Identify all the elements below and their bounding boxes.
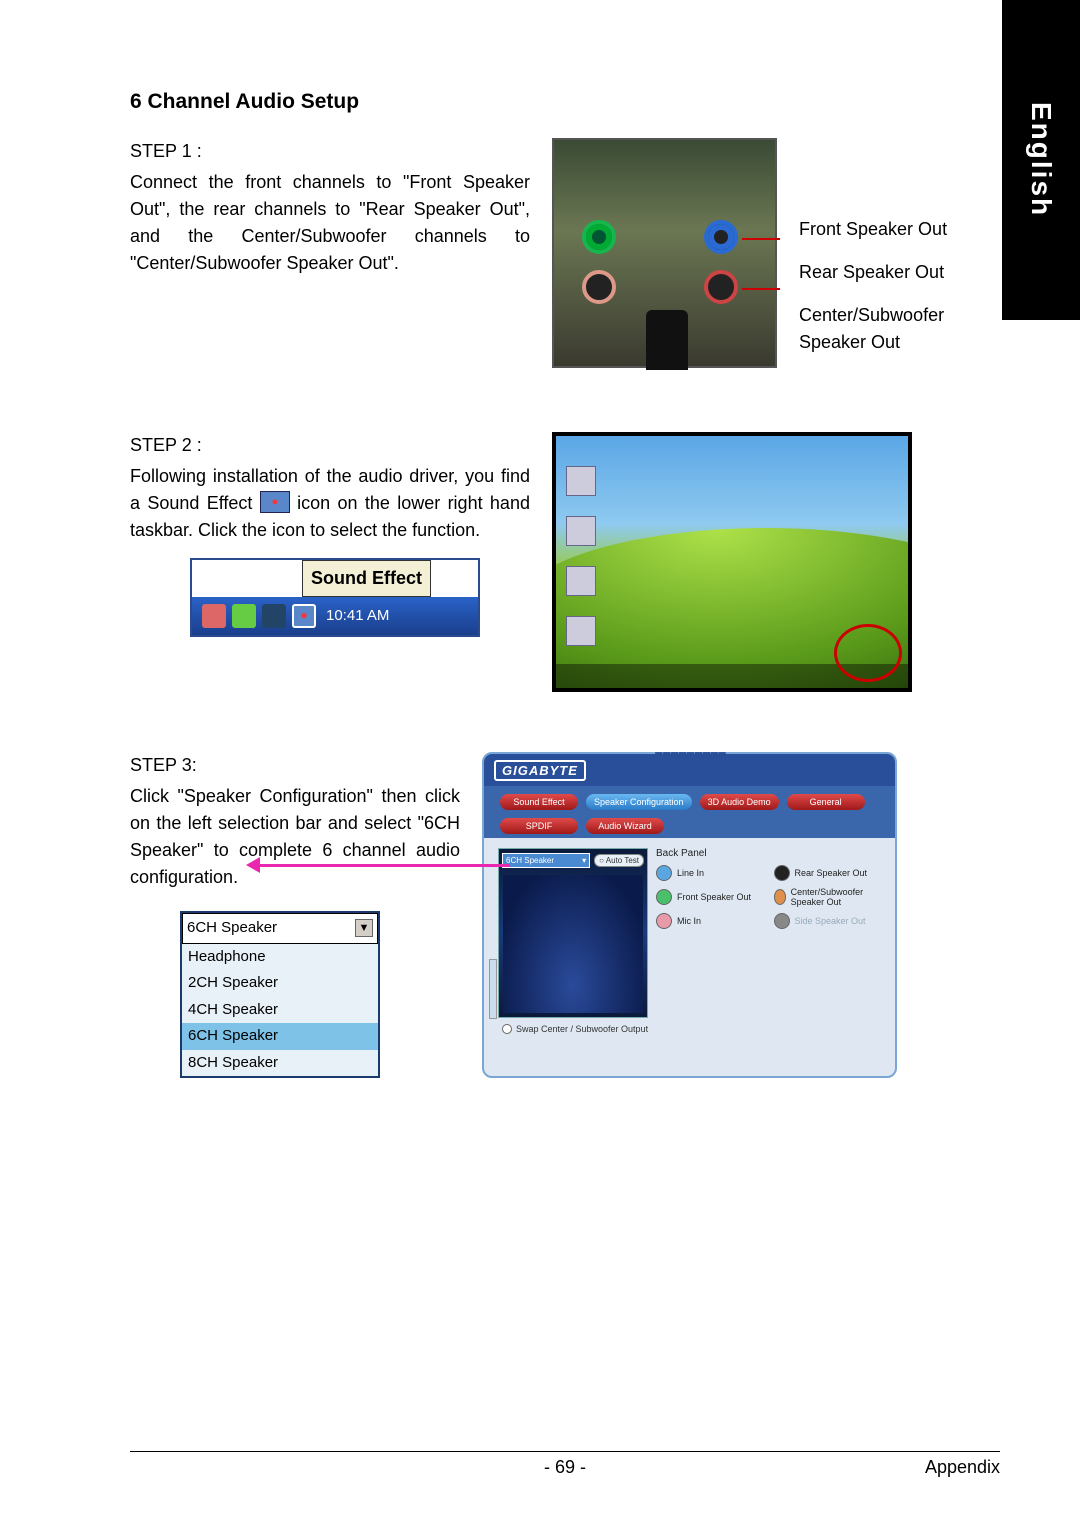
label-rear-speaker-out: Rear Speaker Out [799, 259, 1002, 286]
gigabyte-config-window: ▮▮▮▮▮▮▮▮▮ GIGABYTE Sound Effect Speaker … [482, 752, 897, 1078]
tab-bar: Sound Effect Speaker Configuration 3D Au… [484, 786, 895, 838]
step3-body: Click "Speaker Configuration" then click… [130, 783, 460, 891]
desktop-icon [566, 516, 596, 546]
desktop-icon [566, 566, 596, 596]
taskbar-screenshot: Sound Effect 10:41 AM [190, 558, 480, 637]
tab-3d-audio-demo[interactable]: 3D Audio Demo [700, 794, 779, 810]
tab-audio-wizard[interactable]: Audio Wizard [586, 818, 664, 834]
dropdown-option[interactable]: 8CH Speaker [182, 1050, 378, 1077]
jack-front-green [582, 220, 616, 254]
sound-effect-icon [260, 491, 290, 513]
auto-test-button[interactable]: ○ Auto Test [594, 854, 644, 867]
leader-line [742, 238, 780, 240]
chevron-down-icon: ▾ [582, 856, 586, 865]
audio-cable [646, 310, 688, 370]
leader-line [742, 288, 780, 290]
section-name: Appendix [925, 1457, 1000, 1478]
callout-arrow-head-icon [246, 857, 260, 873]
radio-icon [502, 1024, 512, 1034]
step3-label: STEP 3: [130, 752, 460, 779]
jack-icon [656, 865, 672, 881]
jack-center-red [704, 270, 738, 304]
swap-center-sub-option[interactable]: Swap Center / Subwoofer Output [484, 1022, 895, 1036]
room-preview-panel: 6CH Speaker ▾ ○ Auto Test [498, 848, 648, 1018]
tray-icon [232, 604, 256, 628]
tab-spdif[interactable]: SPDIF [500, 818, 578, 834]
tray-sound-effect-icon[interactable] [292, 604, 316, 628]
jack-icon [774, 889, 786, 905]
dropdown-option[interactable]: 4CH Speaker [182, 997, 378, 1024]
footer-rule [130, 1451, 1000, 1452]
tray-icon [262, 604, 286, 628]
window-titlebar: ▮▮▮▮▮▮▮▮▮ GIGABYTE [484, 754, 895, 786]
tooltip-sound-effect: Sound Effect [302, 560, 431, 597]
channel-dropdown[interactable]: 6CH Speaker ▾ [502, 853, 590, 868]
desktop-screenshot [552, 432, 912, 692]
tab-speaker-configuration[interactable]: Speaker Configuration [586, 794, 692, 810]
jack-icon [656, 889, 672, 905]
dropdown-option-selected[interactable]: 6CH Speaker [182, 1023, 378, 1050]
dropdown-selected[interactable]: 6CH Speaker ▼ [182, 913, 378, 944]
step2-body: Following installation of the audio driv… [130, 463, 530, 544]
dropdown-option[interactable]: Headphone [182, 944, 378, 971]
desktop-icon [566, 466, 596, 496]
jack-icon [774, 913, 790, 929]
chevron-down-icon[interactable]: ▼ [355, 919, 373, 937]
tab-general[interactable]: General [787, 794, 865, 810]
room-illustration [503, 875, 643, 1013]
callout-circle [834, 624, 902, 682]
label-center-sub-out: Center/Subwoofer Speaker Out [799, 302, 1002, 356]
channel-dropdown-text: 6CH Speaker [506, 856, 554, 865]
port-mic-in[interactable]: Mic In [656, 913, 764, 929]
port-front-out[interactable]: Front Speaker Out [656, 887, 764, 907]
dropdown-screenshot: 6CH Speaker ▼ Headphone 2CH Speaker 4CH … [180, 911, 380, 1078]
tab-sound-effect[interactable]: Sound Effect [500, 794, 578, 810]
page-number: - 69 - [544, 1457, 586, 1478]
rear-panel-photo [552, 138, 777, 368]
step2-label: STEP 2 : [130, 432, 530, 459]
step1-body: Connect the front channels to "Front Spe… [130, 169, 530, 277]
port-side-out[interactable]: Side Speaker Out [774, 913, 882, 929]
callout-arrow-line [250, 864, 510, 867]
step1-label: STEP 1 : [130, 138, 530, 165]
dropdown-list: Headphone 2CH Speaker 4CH Speaker 6CH Sp… [182, 944, 378, 1077]
dropdown-option[interactable]: 2CH Speaker [182, 970, 378, 997]
port-center-sub-out[interactable]: Center/Subwoofer Speaker Out [774, 887, 882, 907]
jack-blue [704, 220, 738, 254]
page-title: 6 Channel Audio Setup [130, 90, 1002, 114]
jack-icon [656, 913, 672, 929]
volume-slider[interactable] [489, 959, 497, 1019]
titlebar-grip-icon: ▮▮▮▮▮▮▮▮▮ [654, 748, 725, 769]
clock-text: 10:41 AM [326, 605, 389, 628]
back-panel-heading: Back Panel [656, 848, 881, 859]
port-line-in[interactable]: Line In [656, 865, 764, 881]
tray-icon [202, 604, 226, 628]
jack-rear-pink [582, 270, 616, 304]
port-rear-out[interactable]: Rear Speaker Out [774, 865, 882, 881]
label-front-speaker-out: Front Speaker Out [799, 216, 1002, 243]
desktop-icon [566, 616, 596, 646]
dropdown-selected-text: 6CH Speaker [187, 917, 277, 940]
jack-icon [774, 865, 790, 881]
gigabyte-logo: GIGABYTE [494, 760, 586, 781]
